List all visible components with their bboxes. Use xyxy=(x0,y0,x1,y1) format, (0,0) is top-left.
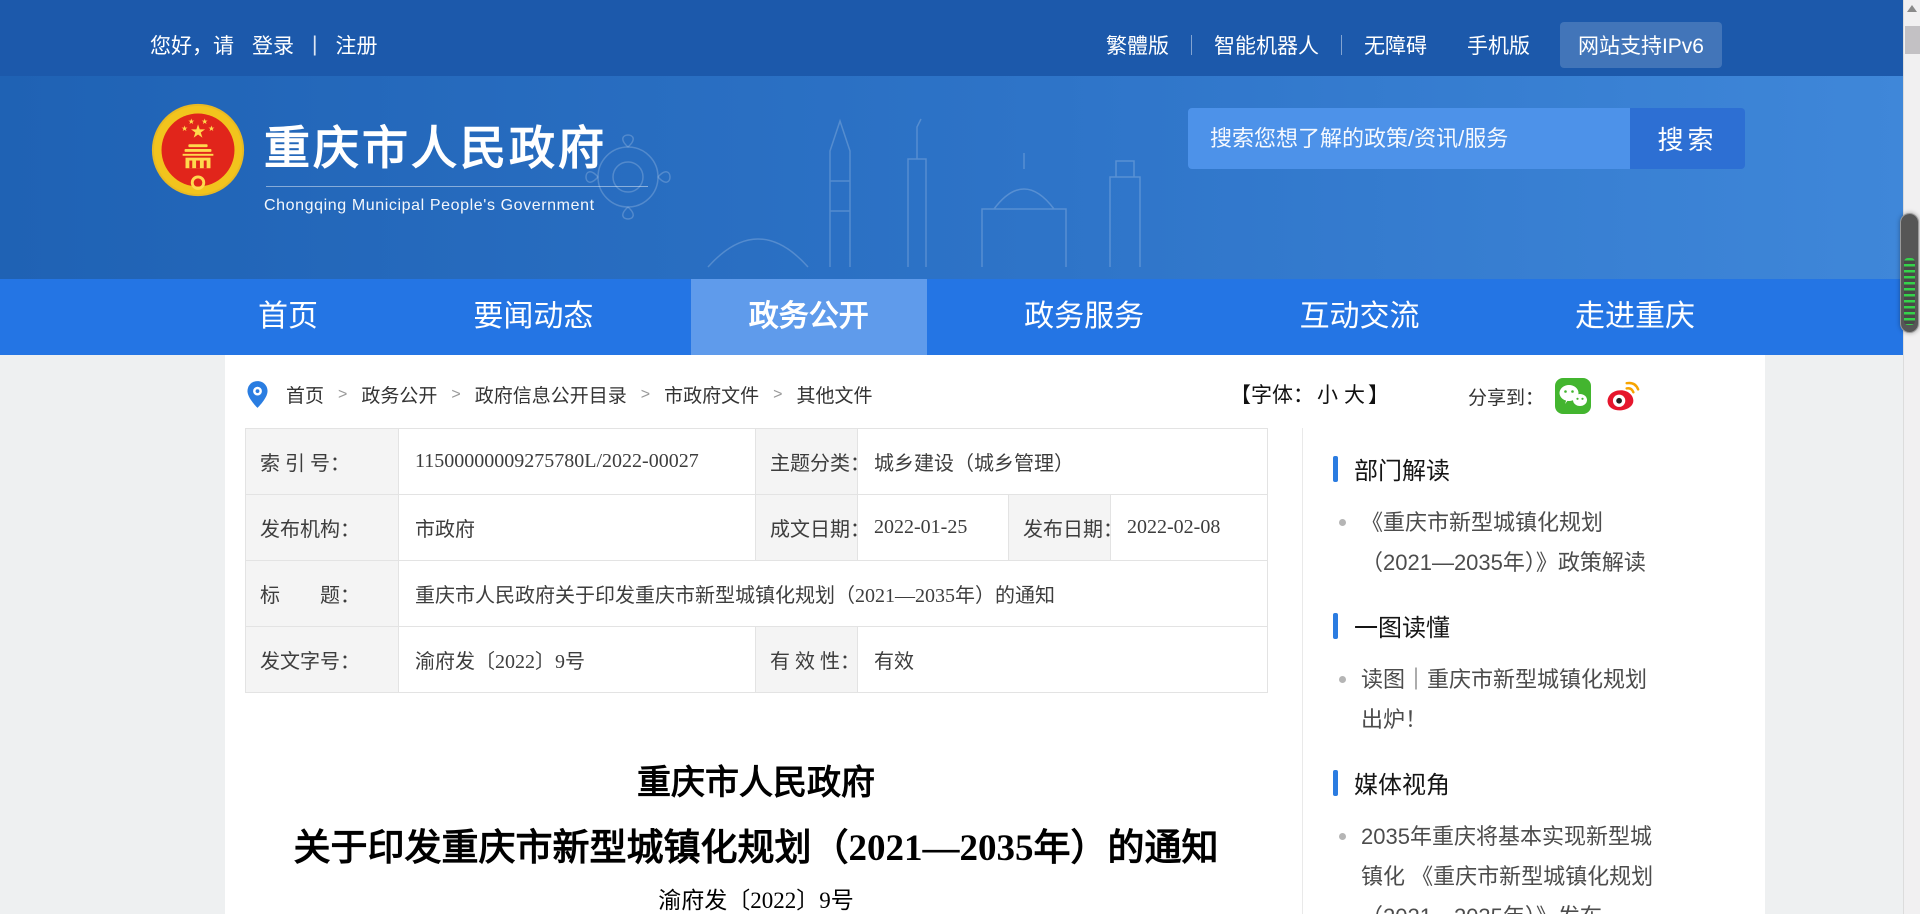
sidebar-item-media-article[interactable]: 2035年重庆将基本实现新型城镇化 《重庆市新型城镇化规划（2021—2035年… xyxy=(1335,817,1661,914)
table-row: 索 引 号： 11500000009275780L/2022-00027 主题分… xyxy=(246,429,1268,495)
ai-robot-link[interactable]: 智能机器人 xyxy=(1214,30,1319,60)
login-link[interactable]: 登录 xyxy=(252,30,294,60)
title-value: 重庆市人民政府关于印发重庆市新型城镇化规划（2021—2035年）的通知 xyxy=(399,561,1268,627)
crumb-other-docs[interactable]: 其他文件 xyxy=(796,381,872,408)
table-row: 标 题： 重庆市人民政府关于印发重庆市新型城镇化规划（2021—2035年）的通… xyxy=(246,561,1268,627)
national-emblem-logo[interactable]: ★ ★ ★ ★ ★ xyxy=(150,102,246,198)
sidebar-item-infographic[interactable]: 读图｜重庆市新型城镇化规划出炉！ xyxy=(1335,660,1661,740)
nav-item-interaction[interactable]: 互动交流 xyxy=(1242,279,1478,355)
mobile-version-link[interactable]: 手机版 xyxy=(1467,30,1530,60)
agency-label: 发布机构： xyxy=(246,495,399,561)
theme-value: 城乡建设（城乡管理） xyxy=(858,429,1268,495)
site-search: 搜索 xyxy=(1188,108,1745,169)
written-date-label: 成文日期： xyxy=(756,495,858,561)
recording-indicator-stripes xyxy=(1904,258,1915,325)
crumb-city-gov-docs[interactable]: 市政府文件 xyxy=(664,381,759,408)
scrollbar[interactable] xyxy=(1903,0,1920,914)
site-header: ★ ★ ★ ★ ★ 重庆市人民政府 xyxy=(0,76,1903,279)
crumb-separator: > xyxy=(338,386,347,404)
written-date-value: 2022-01-25 xyxy=(858,495,1009,561)
doc-number-value: 渝府发〔2022〕9号 xyxy=(399,627,756,693)
crumb-separator: > xyxy=(773,386,782,404)
crumb-home[interactable]: 首页 xyxy=(286,381,324,408)
sidebar-item-policy-interpretation[interactable]: 《重庆市新型城镇化规划（2021—2035年）》政策解读 xyxy=(1335,503,1661,583)
publish-date-value: 2022-02-08 xyxy=(1111,495,1268,561)
heading-accent-bar xyxy=(1333,770,1338,796)
sidebar-heading-dept-interpretation: 部门解读 xyxy=(1333,452,1765,485)
font-label-prefix: 【字体： xyxy=(1230,384,1314,407)
crumb-separator: > xyxy=(451,386,460,404)
scrollbar-thumb[interactable] xyxy=(1905,26,1920,54)
traditional-chinese-link[interactable]: 繁體版 xyxy=(1106,30,1169,60)
heading-accent-bar xyxy=(1333,613,1338,639)
heading-accent-bar xyxy=(1333,456,1338,482)
divider xyxy=(1341,35,1342,55)
font-small-button[interactable]: 小 xyxy=(1317,384,1338,407)
doc-meta-table: 索 引 号： 11500000009275780L/2022-00027 主题分… xyxy=(245,428,1268,693)
nav-item-about-chongqing[interactable]: 走进重庆 xyxy=(1517,279,1753,355)
site: 您好，请 登录 | 注册 繁體版 智能机器人 无障碍 手机版 网站支持IPv6 xyxy=(0,0,1903,914)
breadcrumb: 首页 > 政务公开 > 政府信息公开目录 > 市政府文件 > 其他文件 xyxy=(247,381,872,408)
browser-viewport: 您好，请 登录 | 注册 繁體版 智能机器人 无障碍 手机版 网站支持IPv6 xyxy=(0,0,1920,914)
title-divider xyxy=(266,186,648,187)
index-number-label: 索 引 号： xyxy=(246,429,399,495)
crumb-info-catalog[interactable]: 政府信息公开目录 xyxy=(475,381,627,408)
font-large-button[interactable]: 大 xyxy=(1344,384,1365,407)
doc-number-label: 发文字号： xyxy=(246,627,399,693)
search-input[interactable] xyxy=(1188,108,1630,169)
wechat-share-icon[interactable] xyxy=(1554,377,1592,415)
scroll-up-arrow-icon xyxy=(1907,5,1917,12)
content-card: 首页 > 政务公开 > 政府信息公开目录 > 市政府文件 > 其他文件 【字体：… xyxy=(225,355,1765,914)
register-link[interactable]: 注册 xyxy=(335,30,377,60)
related-sidebar: 部门解读 《重庆市新型城镇化规划（2021—2035年）》政策解读 一图读懂 读… xyxy=(1303,428,1765,914)
nav-item-home[interactable]: 首页 xyxy=(200,279,376,355)
nav-item-gov-services[interactable]: 政务服务 xyxy=(966,279,1202,355)
greeting-text: 您好，请 xyxy=(150,30,234,60)
location-pin-icon xyxy=(247,381,268,408)
title-label: 标 题： xyxy=(246,561,399,627)
breadcrumb-row: 首页 > 政务公开 > 政府信息公开目录 > 市政府文件 > 其他文件 【字体：… xyxy=(225,355,1765,428)
crumb-gov-disclosure[interactable]: 政务公开 xyxy=(361,381,437,408)
crumb-separator: > xyxy=(641,386,650,404)
nav-item-news[interactable]: 要闻动态 xyxy=(415,279,651,355)
document-heading: 重庆市人民政府 关于印发重庆市新型城镇化规划（2021—2035年）的通知 渝府… xyxy=(245,763,1267,912)
nav-item-gov-disclosure[interactable]: 政务公开 xyxy=(691,279,927,355)
document-org-line: 重庆市人民政府 xyxy=(245,763,1267,805)
theme-label: 主题分类： xyxy=(756,429,858,495)
document-number: 渝府发〔2022〕9号 xyxy=(245,889,1267,912)
svg-text:★: ★ xyxy=(188,117,195,126)
document-title: 关于印发重庆市新型城镇化规划（2021—2035年）的通知 xyxy=(245,827,1267,871)
agency-value: 市政府 xyxy=(399,495,756,561)
font-label-suffix: 】 xyxy=(1368,384,1389,407)
font-size-control: 【字体：小大】 xyxy=(1230,379,1389,409)
sidebar-heading-media-view: 媒体视角 xyxy=(1333,766,1765,799)
table-row: 发文字号： 渝府发〔2022〕9号 有 效 性： 有效 xyxy=(246,627,1268,693)
topbar-left: 您好，请 登录 | 注册 xyxy=(150,30,377,60)
share-label: 分享到： xyxy=(1468,383,1544,410)
validity-value: 有效 xyxy=(858,627,1268,693)
weibo-share-icon[interactable] xyxy=(1602,377,1640,415)
share-bar: 分享到： xyxy=(1468,377,1640,415)
topbar-right: 繁體版 智能机器人 无障碍 手机版 网站支持IPv6 xyxy=(1106,22,1722,68)
scrollbar-up-button[interactable] xyxy=(1904,5,1920,22)
topbar-pipe-divider: | xyxy=(312,33,317,57)
site-title-block: 重庆市人民政府 Chongqing Municipal People's Gov… xyxy=(264,122,648,215)
content-row: 索 引 号： 11500000009275780L/2022-00027 主题分… xyxy=(225,428,1765,914)
site-title-english: Chongqing Municipal People's Government xyxy=(264,197,648,215)
svg-text:★: ★ xyxy=(208,124,215,133)
publish-date-label: 发布日期： xyxy=(1009,495,1111,561)
divider xyxy=(1191,35,1192,55)
index-number-value: 11500000009275780L/2022-00027 xyxy=(399,429,756,495)
document-column: 索 引 号： 11500000009275780L/2022-00027 主题分… xyxy=(245,428,1267,912)
table-row: 发布机构： 市政府 成文日期： 2022-01-25 发布日期： 2022-02… xyxy=(246,495,1268,561)
search-button[interactable]: 搜索 xyxy=(1630,108,1745,169)
accessibility-link[interactable]: 无障碍 xyxy=(1364,30,1427,60)
main-nav: 首页 要闻动态 政务公开 政务服务 互动交流 走进重庆 xyxy=(0,279,1903,355)
validity-label: 有 效 性： xyxy=(756,627,858,693)
sidebar-heading-infographic: 一图读懂 xyxy=(1333,609,1765,642)
recording-indicator xyxy=(1900,213,1919,333)
site-title: 重庆市人民政府 xyxy=(264,122,648,174)
ipv6-badge[interactable]: 网站支持IPv6 xyxy=(1560,22,1722,68)
topbar: 您好，请 登录 | 注册 繁體版 智能机器人 无障碍 手机版 网站支持IPv6 xyxy=(0,0,1903,76)
